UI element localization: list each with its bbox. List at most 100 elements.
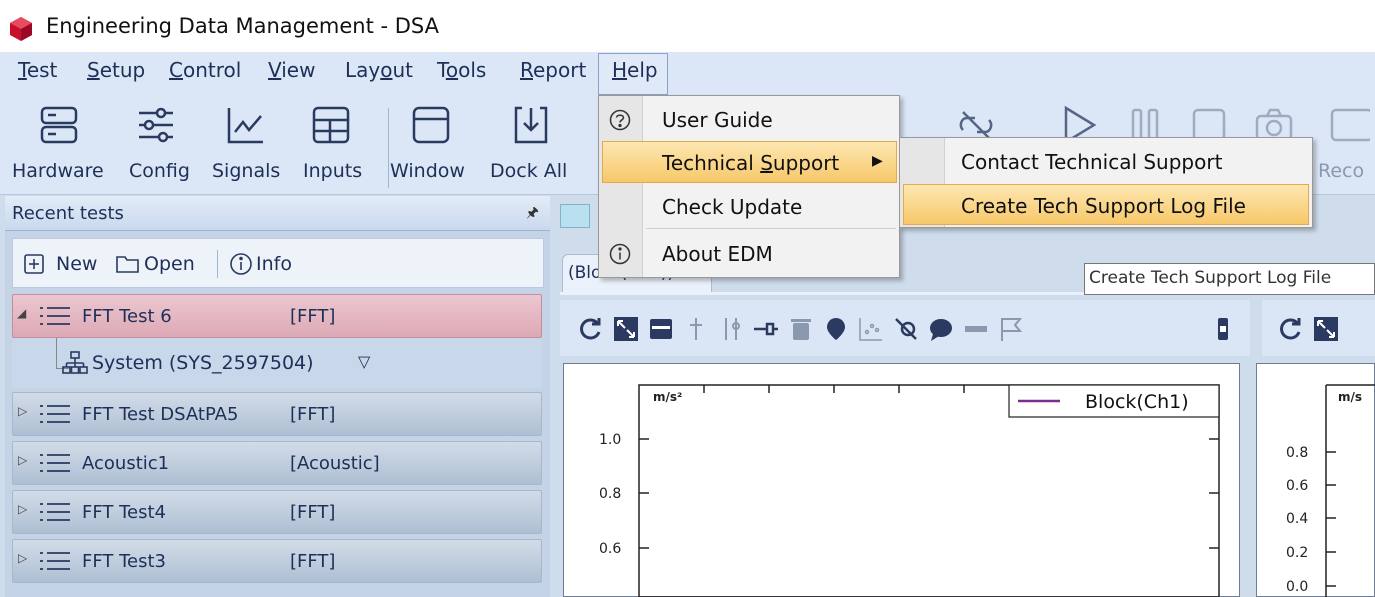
- y-axis-label-secondary: m/s: [1338, 390, 1362, 404]
- dock-all-icon: [514, 106, 548, 144]
- test-name: Acoustic1: [82, 453, 170, 474]
- record-button[interactable]: Reco: [1318, 160, 1364, 182]
- menu-about-edm[interactable]: About EDM: [662, 242, 773, 266]
- system-label: System (SYS_2597504): [92, 352, 314, 374]
- config-sliders-icon: [139, 107, 173, 143]
- signals-chart-icon: [227, 108, 263, 144]
- panel-icon[interactable]: [648, 316, 674, 342]
- y-tick-label: 0.0: [1286, 579, 1308, 595]
- record-icon: [1330, 108, 1370, 142]
- list-icon: [40, 552, 70, 570]
- menu-check-update[interactable]: Check Update: [662, 195, 802, 219]
- inputs-button[interactable]: Inputs: [303, 160, 362, 182]
- test-name: FFT Test DSAtPA5: [82, 404, 239, 425]
- toolbar-separator: [388, 108, 389, 188]
- y-axis-ticks: 1.0 0.8 0.6: [599, 432, 1219, 557]
- menu-tools[interactable]: Tools: [437, 58, 486, 82]
- y-tick-label: 0.8: [1286, 445, 1308, 461]
- menu-report[interactable]: Report: [520, 58, 586, 82]
- chart-plot: 1.0 0.8 0.6 Block(Ch1) m/s²: [599, 384, 1220, 597]
- test-name: FFT Test3: [82, 551, 167, 572]
- window-icon: [412, 106, 450, 144]
- menu-view[interactable]: View: [268, 58, 315, 82]
- menu-control[interactable]: Control: [169, 58, 241, 82]
- config-button[interactable]: Config: [129, 160, 190, 182]
- menu-contact-technical-support[interactable]: Contact Technical Support: [961, 150, 1222, 174]
- info-icon: [230, 253, 252, 275]
- menu-user-guide[interactable]: User Guide: [662, 108, 773, 132]
- range-icon[interactable]: [963, 316, 989, 342]
- y-tick-label: 1.0: [599, 432, 621, 448]
- dock-all-button[interactable]: Dock All: [490, 160, 567, 182]
- location-pin-icon[interactable]: [823, 316, 849, 342]
- scatter-icon[interactable]: [858, 316, 884, 342]
- menu-setup[interactable]: Setup: [87, 58, 145, 82]
- hardware-button[interactable]: Hardware: [12, 160, 104, 182]
- app-logo-icon: [10, 17, 32, 41]
- window-title: Engineering Data Management - DSA: [46, 14, 440, 38]
- cursor-pin-icon[interactable]: [683, 316, 709, 342]
- test-name: FFT Test 6: [82, 306, 172, 327]
- delete-trash-icon[interactable]: [788, 316, 814, 342]
- menu-separator: [646, 228, 896, 229]
- open-folder-icon: [116, 256, 139, 273]
- flag-icon[interactable]: [998, 316, 1024, 342]
- submenu-arrow-icon: ▶: [872, 153, 883, 169]
- expand-arrow-icon[interactable]: ▷: [18, 502, 27, 516]
- dual-cursor-icon[interactable]: [718, 316, 744, 342]
- new-test-button[interactable]: New: [56, 253, 97, 275]
- marker-line-icon[interactable]: [753, 316, 779, 342]
- window-button[interactable]: Window: [390, 160, 465, 182]
- system-hierarchy-icon: [62, 351, 88, 374]
- test-type: [FFT]: [290, 502, 336, 523]
- hardware-icon: [40, 106, 78, 144]
- menu-help[interactable]: Help: [612, 58, 658, 82]
- tooltip: Create Tech Support Log File: [1084, 263, 1375, 295]
- list-icon: [40, 405, 70, 423]
- pin-icon[interactable]: 🖈: [526, 202, 539, 226]
- expand-arrow-icon[interactable]: ▷: [18, 551, 27, 565]
- list-icon: [40, 307, 70, 325]
- menu-layout[interactable]: Layout: [345, 58, 413, 82]
- collapse-arrow-icon[interactable]: ◢: [17, 306, 26, 320]
- chart-plot-secondary: 0.8 0.6 0.4 0.2 0.0 m/s: [1286, 384, 1375, 597]
- y-axis-ticks-secondary: 0.8 0.6 0.4 0.2 0.0: [1286, 445, 1336, 595]
- expand-arrow-icon[interactable]: ▷: [18, 453, 27, 467]
- menu-create-tech-support-log-file[interactable]: Create Tech Support Log File: [961, 194, 1246, 218]
- comment-icon[interactable]: [928, 316, 954, 342]
- refresh-icon[interactable]: [578, 316, 604, 342]
- expand-arrow-icon[interactable]: ▷: [18, 404, 27, 418]
- y-tick-label: 0.4: [1286, 511, 1308, 527]
- menu-technical-support[interactable]: Technical Support: [662, 151, 839, 175]
- open-test-button[interactable]: Open: [144, 253, 195, 275]
- info-button[interactable]: Info: [256, 253, 292, 275]
- recent-tests-title: Recent tests: [12, 203, 124, 224]
- test-type: [FFT]: [290, 404, 336, 425]
- vertical-scroll-icon[interactable]: [1210, 316, 1236, 342]
- list-icon: [40, 503, 70, 521]
- new-plus-icon: [24, 254, 44, 274]
- list-icon: [40, 454, 70, 472]
- refresh-icon[interactable]: [1278, 316, 1304, 342]
- fit-expand-icon[interactable]: [1313, 316, 1339, 342]
- fit-expand-icon[interactable]: [613, 316, 639, 342]
- help-question-icon: [609, 109, 631, 131]
- remove-marker-icon[interactable]: [893, 316, 919, 342]
- y-axis-label: m/s²: [653, 390, 682, 404]
- toolbar-separator: [217, 250, 218, 278]
- document-tab-icon[interactable]: [560, 204, 590, 228]
- test-type: [Acoustic]: [290, 453, 380, 474]
- y-tick-label: 0.2: [1286, 545, 1308, 561]
- signals-button[interactable]: Signals: [212, 160, 280, 182]
- legend-entry: Block(Ch1): [1085, 391, 1189, 413]
- menu-test[interactable]: Test: [18, 58, 57, 82]
- test-type: [FFT]: [290, 551, 336, 572]
- y-tick-label: 0.8: [599, 486, 621, 502]
- inputs-grid-icon: [312, 106, 350, 144]
- chevron-down-icon[interactable]: ▽: [358, 352, 370, 371]
- info-icon: [609, 243, 631, 265]
- y-tick-label: 0.6: [1286, 478, 1308, 494]
- test-type: [FFT]: [290, 306, 336, 327]
- y-tick-label: 0.6: [599, 541, 621, 557]
- test-name: FFT Test4: [82, 502, 167, 523]
